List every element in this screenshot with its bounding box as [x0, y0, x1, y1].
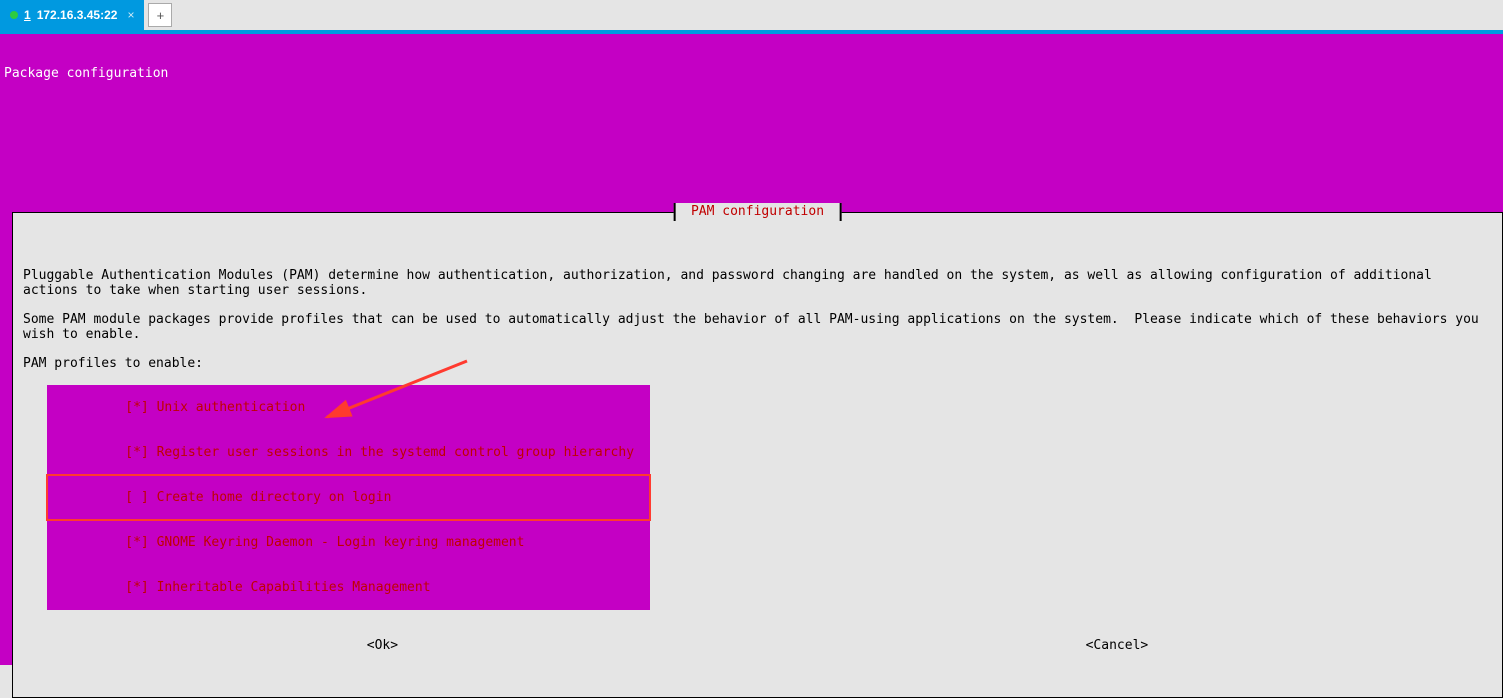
profile-label: GNOME Keyring Daemon - Login keyring man…	[157, 535, 525, 550]
cancel-button[interactable]: <Cancel>	[1086, 638, 1149, 653]
dialog-prompt: PAM profiles to enable:	[23, 356, 1492, 371]
profile-item[interactable]: [*] Unix authentication	[47, 385, 650, 430]
terminal-tab[interactable]: 1 172.16.3.45:22 ×	[0, 0, 144, 30]
tab-bar: 1 172.16.3.45:22 × +	[0, 0, 1503, 30]
profile-label: Create home directory on login	[157, 490, 392, 505]
dialog-para2: Some PAM module packages provide profile…	[23, 312, 1492, 342]
close-icon[interactable]: ×	[127, 8, 134, 22]
terminal-area: Package configuration PAM configuration …	[0, 34, 1503, 665]
dialog-para1: Pluggable Authentication Modules (PAM) d…	[23, 268, 1492, 298]
status-dot-icon	[10, 11, 18, 19]
checkbox-icon[interactable]: [*]	[125, 400, 148, 415]
profile-label: Inheritable Capabilities Management	[157, 580, 431, 595]
profile-item-highlighted[interactable]: [ ] Create home directory on login	[47, 475, 650, 520]
pam-dialog: PAM configuration Pluggable Authenticati…	[12, 212, 1503, 698]
dialog-buttons: <Ok> <Cancel>	[23, 638, 1492, 653]
checkbox-icon[interactable]: [*]	[125, 445, 148, 460]
ok-button[interactable]: <Ok>	[367, 638, 398, 653]
profiles-list: [*] Unix authentication [*] Register use…	[47, 385, 650, 610]
profile-item[interactable]: [*] Register user sessions in the system…	[47, 430, 650, 475]
dialog-title: PAM configuration	[673, 203, 842, 221]
profile-item[interactable]: [*] Inheritable Capabilities Management	[47, 565, 650, 610]
profile-item[interactable]: [*] GNOME Keyring Daemon - Login keyring…	[47, 520, 650, 565]
add-tab-button[interactable]: +	[148, 3, 172, 27]
tab-label: 172.16.3.45:22	[37, 8, 118, 22]
checkbox-icon[interactable]: [*]	[125, 535, 148, 550]
checkbox-icon[interactable]: [ ]	[125, 490, 148, 505]
profile-label: Register user sessions in the systemd co…	[157, 445, 634, 460]
tab-index: 1	[24, 8, 31, 22]
profile-label: Unix authentication	[157, 400, 306, 415]
dialog-body: Pluggable Authentication Modules (PAM) d…	[13, 258, 1502, 667]
checkbox-icon[interactable]: [*]	[125, 580, 148, 595]
terminal-header: Package configuration	[0, 64, 1503, 81]
